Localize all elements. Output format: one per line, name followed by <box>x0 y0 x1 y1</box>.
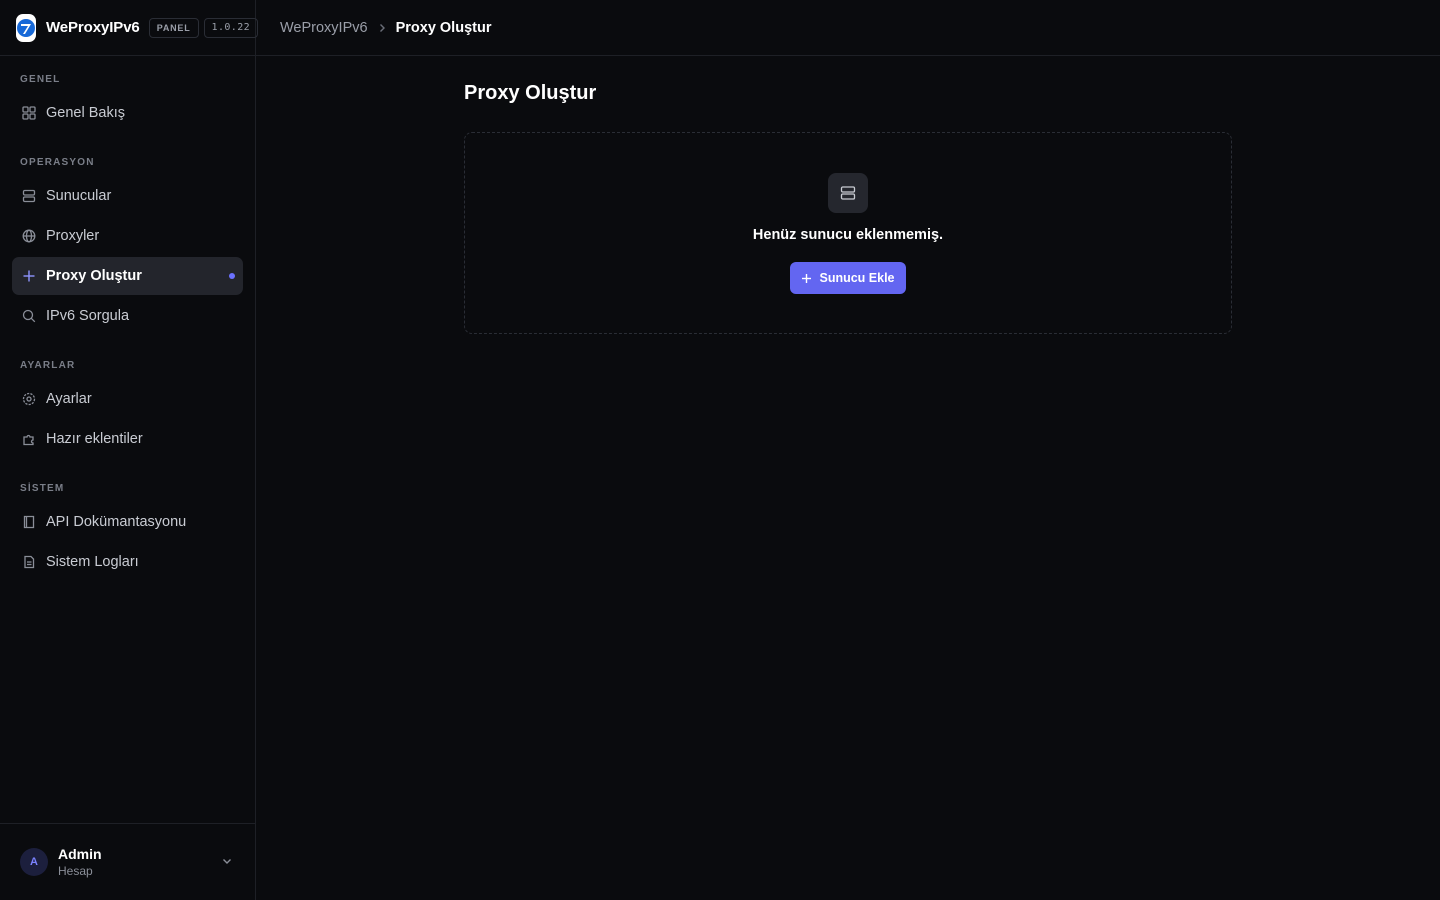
chevron-down-icon[interactable] <box>221 854 233 872</box>
user-role: Hesap <box>58 864 93 878</box>
empty-state-message: Henüz sunucu eklenmemiş. <box>752 227 944 243</box>
sidebar-item-sunucular[interactable]: Sunucular <box>12 177 243 215</box>
panel-chip: PANEL <box>148 17 199 38</box>
grid-icon <box>21 105 37 121</box>
server-icon <box>21 188 37 204</box>
page-title: Proxy Oluştur <box>464 82 597 104</box>
sidebar: WeProxyIPv6 PANEL 1.0.22 GENEL Genel Bak… <box>0 0 259 900</box>
sidebar-item-label: Sistem Logları <box>46 554 139 570</box>
breadcrumb-root[interactable]: WeProxyIPv6 <box>280 20 368 36</box>
section-label-genel: GENEL <box>20 74 61 85</box>
section-label-ayarlar: AYARLAR <box>20 360 76 371</box>
section-label-operasyon: OPERASYON <box>20 157 95 168</box>
empty-state-card: Henüz sunucu eklenmemiş. Sunucu Ekle <box>464 132 1232 334</box>
user-info: Admin Hesap <box>58 846 102 878</box>
avatar: A <box>20 848 48 876</box>
add-server-button-label: Sunucu Ekle <box>819 271 895 285</box>
top-bar: WeProxyIPv6 Proxy Oluştur <box>256 0 1440 56</box>
sidebar-item-ipv6-sorgula[interactable]: IPv6 Sorgula <box>12 297 243 335</box>
plus-icon <box>801 273 812 284</box>
user-name: Admin <box>58 846 102 862</box>
version-chip: 1.0.22 <box>203 17 259 38</box>
sidebar-item-label: Ayarlar <box>46 391 92 407</box>
sidebar-item-label: Sunucular <box>46 188 112 204</box>
file-text-icon <box>21 554 37 570</box>
sidebar-item-sistem-loglari[interactable]: Sistem Logları <box>12 543 243 581</box>
sidebar-item-ayarlar[interactable]: Ayarlar <box>12 380 243 418</box>
sidebar-item-label: Genel Bakış <box>46 105 125 121</box>
user-menu[interactable]: A Admin Hesap <box>0 823 255 900</box>
book-icon <box>21 514 37 530</box>
chevron-right-icon <box>377 23 387 33</box>
search-icon <box>21 308 37 324</box>
active-indicator-dot <box>229 273 235 279</box>
sidebar-item-label: API Dokümantasyonu <box>46 514 187 530</box>
add-server-button[interactable]: Sunucu Ekle <box>790 262 906 294</box>
gear-icon <box>21 391 37 407</box>
section-label-sistem: SİSTEM <box>20 483 65 494</box>
puzzle-icon <box>21 431 37 447</box>
sidebar-item-hazir-eklentiler[interactable]: Hazır eklentiler <box>12 420 243 458</box>
app-logo[interactable] <box>16 13 36 42</box>
brand-name: WeProxyIPv6 <box>46 19 140 36</box>
logo-icon <box>17 18 35 37</box>
plus-icon <box>21 268 37 284</box>
globe-icon <box>21 228 37 244</box>
sidebar-item-genel-bakis[interactable]: Genel Bakış <box>12 94 243 132</box>
sidebar-item-proxy-olustur[interactable]: Proxy Oluştur <box>12 257 243 295</box>
sidebar-item-proxyler[interactable]: Proxyler <box>12 217 243 255</box>
sidebar-item-label: Proxy Oluştur <box>46 268 142 284</box>
breadcrumb-current: Proxy Oluştur <box>395 19 492 36</box>
brand-header: WeProxyIPv6 PANEL 1.0.22 <box>0 0 259 56</box>
sidebar-item-api-dokumantasyonu[interactable]: API Dokümantasyonu <box>12 503 243 541</box>
sidebar-item-label: IPv6 Sorgula <box>46 308 130 324</box>
sidebar-item-label: Hazır eklentiler <box>46 431 143 447</box>
sidebar-item-label: Proxyler <box>46 228 100 244</box>
server-icon <box>828 173 868 213</box>
